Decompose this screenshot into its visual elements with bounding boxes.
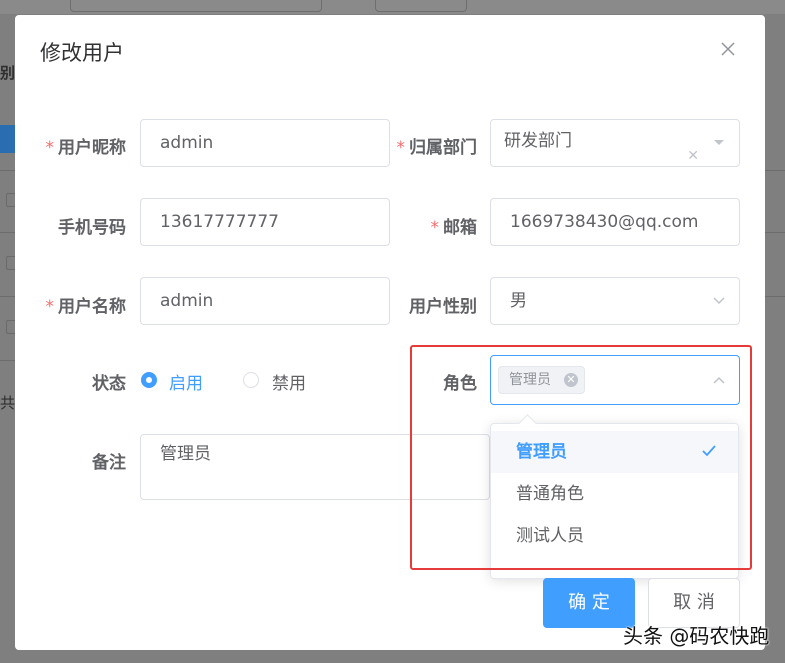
caret-down-icon [714, 140, 724, 145]
phone-input[interactable]: 13617777777 [140, 198, 390, 246]
background-divider [0, 170, 15, 171]
nickname-label: * 用户昵称 [45, 138, 127, 158]
phone-label: 手机号码 [58, 218, 126, 238]
status-label: 状态 [92, 374, 126, 394]
background-divider [0, 296, 15, 297]
background-divider [765, 170, 785, 171]
status-enabled-label[interactable]: 启用 [169, 369, 203, 394]
background-divider [765, 232, 785, 233]
confirm-button[interactable]: 确 定 [543, 578, 635, 628]
email-input[interactable]: 1669738430@qq.com [490, 198, 740, 246]
gender-select[interactable]: 男 [490, 277, 740, 325]
status-disabled-label[interactable]: 禁用 [272, 369, 306, 394]
remark-label: 备注 [92, 453, 126, 473]
department-value: 研发部门 [504, 131, 572, 151]
background-text: 别 [0, 64, 16, 82]
department-label: * 归属部门 [396, 138, 478, 158]
background-divider [0, 360, 15, 361]
annotation-highlight-box [410, 345, 752, 570]
dialog-title: 修改用户 [40, 41, 124, 65]
watermark: 头条 @码农快跑 [623, 624, 770, 648]
status-enabled-radio[interactable] [141, 372, 157, 388]
gender-value: 男 [510, 291, 527, 311]
username-input[interactable]: admin [140, 277, 390, 325]
background-text: 共 [0, 394, 16, 412]
background-divider [0, 232, 15, 233]
gender-label: 用户性别 [409, 297, 477, 317]
username-label: * 用户名称 [45, 297, 127, 317]
background-toolbar [0, 0, 785, 14]
background-input [375, 0, 467, 12]
department-select[interactable]: 研发部门 ✕ [490, 119, 740, 167]
chevron-down-icon [713, 297, 725, 305]
clear-icon[interactable]: ✕ [687, 135, 699, 177]
background-button [0, 125, 15, 153]
nickname-input[interactable]: admin [140, 119, 390, 167]
status-disabled-radio[interactable] [243, 372, 259, 388]
email-label: * 邮箱 [430, 218, 478, 238]
close-icon[interactable] [720, 41, 736, 57]
background-input [70, 0, 322, 12]
background-divider [765, 296, 785, 297]
